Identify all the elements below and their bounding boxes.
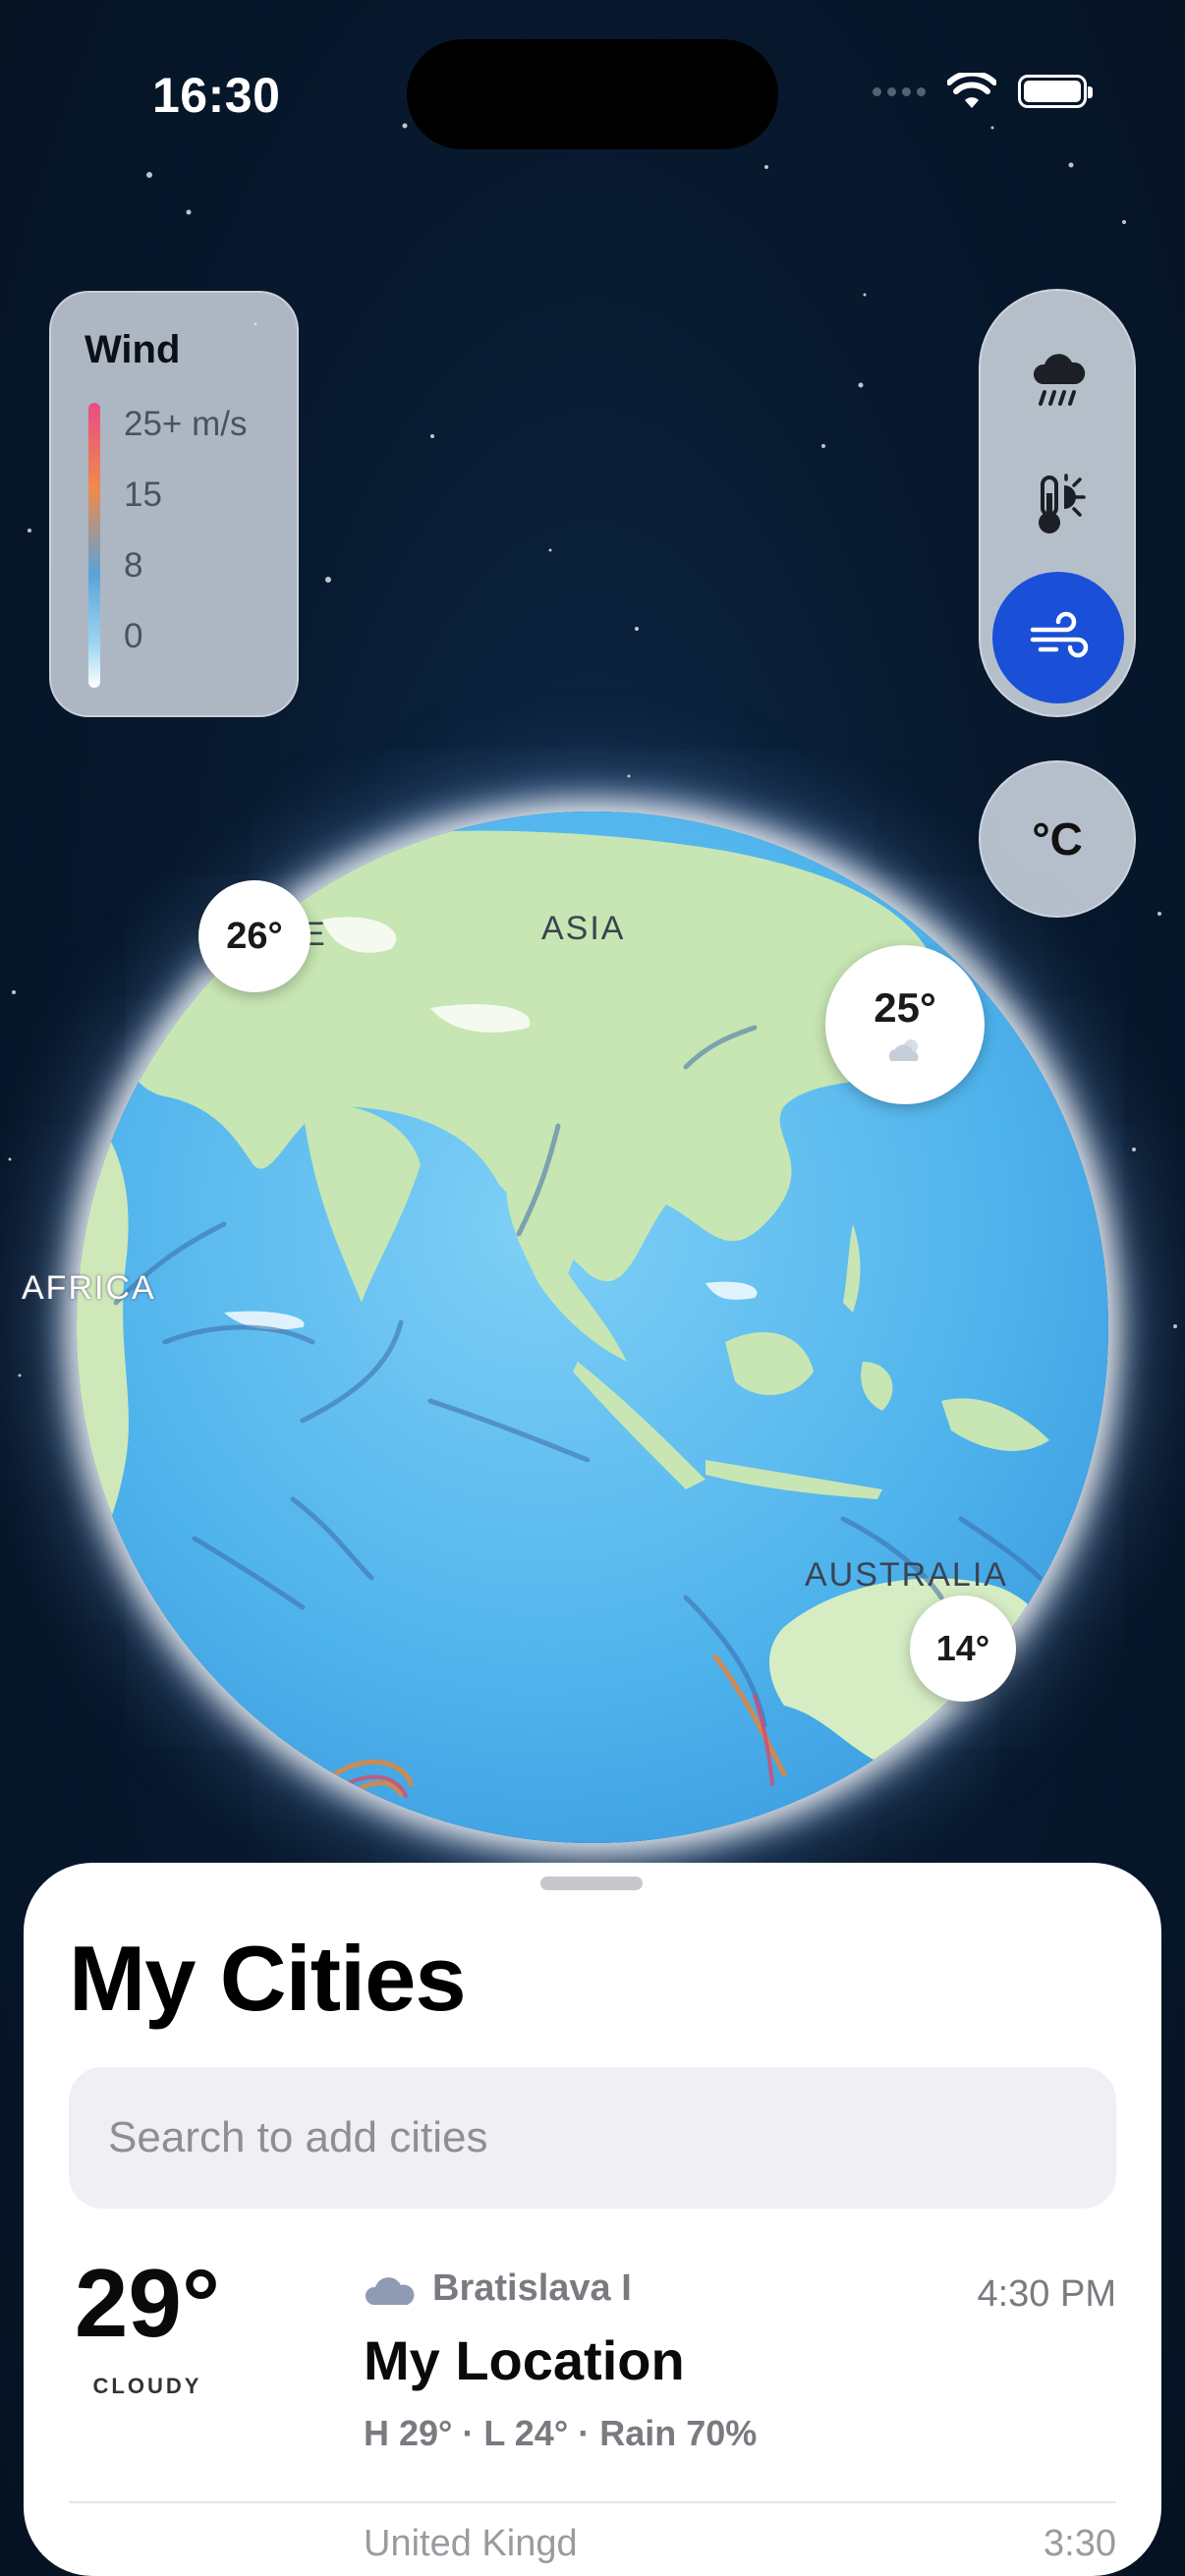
thermometer-sun-icon bbox=[1039, 474, 1086, 533]
cloud-icon bbox=[365, 2276, 415, 2305]
layer-selector bbox=[979, 289, 1136, 717]
temp-badge-east-asia[interactable]: 25° bbox=[825, 945, 985, 1104]
legend-label: 15 bbox=[124, 476, 162, 514]
city-header: Bratislava I bbox=[364, 2268, 632, 2310]
cloud-rain-icon bbox=[1033, 354, 1086, 406]
partly-cloudy-icon bbox=[888, 1039, 919, 1061]
city-condition: CLOUDY bbox=[92, 2374, 202, 2398]
search-input[interactable] bbox=[69, 2067, 1116, 2209]
status-time: 16:30 bbox=[152, 68, 281, 123]
wind-legend: Wind 25+ m/s 15 8 0 bbox=[49, 291, 299, 717]
precipitation-layer-button[interactable] bbox=[992, 314, 1124, 446]
cellular-icon bbox=[873, 86, 926, 96]
city-forecast-summary: H 29° · L 24° · Rain 70% bbox=[364, 2413, 758, 2453]
legend-label: 8 bbox=[124, 546, 143, 585]
dynamic-island bbox=[407, 39, 778, 149]
temp-badge-europe[interactable]: 26° bbox=[198, 880, 310, 992]
cities-sheet: My Cities 29° CLOUDY Bratislava I 4:30 P… bbox=[24, 1863, 1161, 2576]
city-name: My Location bbox=[364, 2329, 685, 2391]
city-row[interactable]: 29° CLOUDY Bratislava I 4:30 PM My Locat… bbox=[24, 2249, 1161, 2482]
legend-gradient-bar bbox=[88, 403, 100, 688]
region-label-asia: ASIA bbox=[541, 910, 626, 947]
status-indicators bbox=[873, 73, 1093, 110]
temp-badge-australia[interactable]: 14° bbox=[910, 1596, 1016, 1702]
page-title: My Cities bbox=[69, 1927, 467, 2030]
legend-title: Wind bbox=[85, 328, 181, 371]
wifi-icon bbox=[947, 73, 996, 108]
temp-badge-value: 26° bbox=[226, 915, 283, 957]
city-local-time: 4:30 PM bbox=[977, 2273, 1116, 2315]
region-label-africa: AFRICA bbox=[22, 1269, 156, 1307]
region-label-australia: AUSTRALIA bbox=[805, 1556, 1008, 1594]
legend-label: 0 bbox=[124, 617, 143, 655]
next-city-region-partial[interactable]: United Kingd bbox=[364, 2523, 578, 2565]
battery-icon bbox=[1018, 75, 1093, 108]
temp-badge-value: 25° bbox=[874, 984, 936, 1031]
city-temperature: 29° bbox=[74, 2249, 221, 2357]
unit-toggle-button[interactable]: °C bbox=[979, 760, 1136, 918]
next-city-time-partial: 3:30 bbox=[1044, 2523, 1116, 2564]
temp-badge-value: 14° bbox=[935, 1628, 990, 1668]
city-region: Bratislava I bbox=[432, 2268, 632, 2309]
sheet-grabber[interactable] bbox=[540, 1876, 643, 1890]
wind-icon bbox=[1030, 611, 1089, 658]
temperature-layer-button[interactable] bbox=[992, 438, 1124, 570]
legend-labels: 25+ m/s 15 8 0 bbox=[124, 407, 247, 690]
row-divider bbox=[69, 2501, 1116, 2503]
legend-label: 25+ m/s bbox=[124, 405, 248, 443]
search-field[interactable] bbox=[69, 2067, 1116, 2209]
wind-layer-button[interactable] bbox=[992, 572, 1124, 703]
